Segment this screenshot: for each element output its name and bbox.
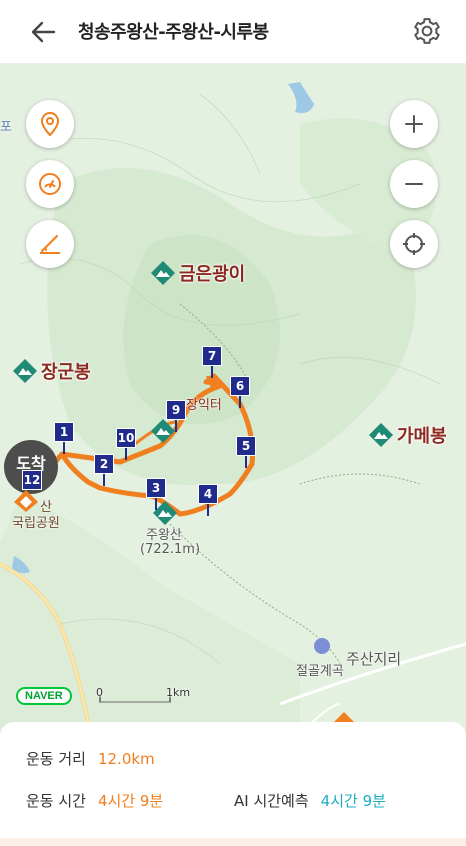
gear-icon[interactable]: [412, 16, 442, 46]
summit-elevation: (722.1m): [140, 542, 201, 557]
waypoint-stem: [245, 456, 247, 468]
area-label: 주산지리: [346, 650, 402, 668]
mountain-icon: [150, 418, 176, 444]
waypoint-marker[interactable]: 1: [54, 422, 74, 442]
summit-label: 주왕산: [146, 528, 182, 543]
waypoint-marker[interactable]: 7: [202, 346, 222, 366]
speedometer-button[interactable]: [26, 160, 74, 208]
peak-partial-label: 장익터: [186, 398, 222, 413]
speedometer-icon: [39, 173, 61, 195]
zoom-in-button[interactable]: [390, 100, 438, 148]
distance-label: 운동 거리: [26, 750, 86, 768]
app-root: 청송주왕산-주왕산-시루봉 금은광이 장군봉 가메봉 주왕산 (722.1m) …: [0, 0, 466, 846]
mountain-icon: [150, 260, 176, 286]
minus-icon: [405, 183, 423, 185]
waypoint-stem: [211, 366, 213, 378]
peak-marker[interactable]: [150, 418, 176, 444]
ai-time-label: AI 시간예측: [234, 792, 309, 810]
waypoint-stem: [125, 448, 127, 460]
scale-start: 0: [96, 686, 103, 699]
waypoint-marker[interactable]: 12: [22, 470, 42, 490]
ai-time-row: AI 시간예측 4시간 9분: [234, 790, 386, 811]
scale-end: 1km: [166, 686, 191, 699]
arrow-left-icon[interactable]: [28, 18, 60, 46]
location-pin-button[interactable]: [26, 100, 74, 148]
peak-marker[interactable]: 가메봉: [368, 422, 447, 448]
zoom-out-button[interactable]: [390, 160, 438, 208]
stats-panel: 운동 거리 12.0km 운동 시간 4시간 9분 AI 시간예측 4시간 9분: [0, 722, 466, 846]
time-value: 4시간 9분: [97, 792, 164, 810]
waypoint-marker[interactable]: 3: [146, 478, 166, 498]
naver-logo: NAVER: [16, 687, 72, 705]
plus-icon: [405, 115, 423, 133]
waypoint-stem: [207, 504, 209, 516]
waypoint-stem: [239, 396, 241, 408]
waypoint-marker[interactable]: 5: [236, 436, 256, 456]
peak-marker[interactable]: 장군봉: [12, 358, 91, 384]
waypoint-stem: [103, 474, 105, 486]
page-title: 청송주왕산-주왕산-시루봉: [78, 22, 269, 43]
waypoint-marker[interactable]: 6: [230, 376, 250, 396]
temple-label: 절골계곡: [296, 664, 344, 679]
map-terrain: [0, 64, 466, 734]
time-label: 운동 시간: [26, 792, 86, 810]
header: 청송주왕산-주왕산-시루봉: [0, 0, 466, 64]
waypoint-marker[interactable]: 4: [198, 484, 218, 504]
ai-time-value: 4시간 9분: [320, 792, 386, 810]
time-row: 운동 시간 4시간 9분: [26, 790, 163, 811]
distance-row: 운동 거리 12.0km: [26, 748, 155, 769]
park-label: 국립공원: [12, 516, 60, 531]
location-pin-icon: [40, 111, 60, 137]
park-partial-label: 산: [40, 500, 52, 515]
panel-bottom-strip: [0, 838, 466, 846]
waypoint-stem: [155, 498, 157, 510]
waypoint-marker[interactable]: 10: [116, 428, 136, 448]
mountain-icon: [12, 358, 38, 384]
map-view[interactable]: 금은광이 장군봉 가메봉 주왕산 (722.1m) 장익터 국립공원 산 포 절…: [0, 64, 466, 734]
peak-marker[interactable]: 금은광이: [150, 260, 245, 286]
slope-icon: [40, 235, 60, 254]
waypoint-marker[interactable]: 2: [94, 454, 114, 474]
temple-icon: [314, 638, 330, 654]
my-location-button[interactable]: [390, 220, 438, 268]
finish-diamond-icon: [14, 490, 38, 512]
distance-value: 12.0km: [97, 750, 155, 768]
elevation-slope-button[interactable]: [26, 220, 74, 268]
mountain-icon: [368, 422, 394, 448]
crosshair-icon: [403, 233, 425, 255]
waypoint-stem: [63, 442, 65, 454]
edge-label: 포: [0, 120, 12, 135]
waypoint-stem: [175, 420, 177, 432]
waypoint-marker[interactable]: 9: [166, 400, 186, 420]
